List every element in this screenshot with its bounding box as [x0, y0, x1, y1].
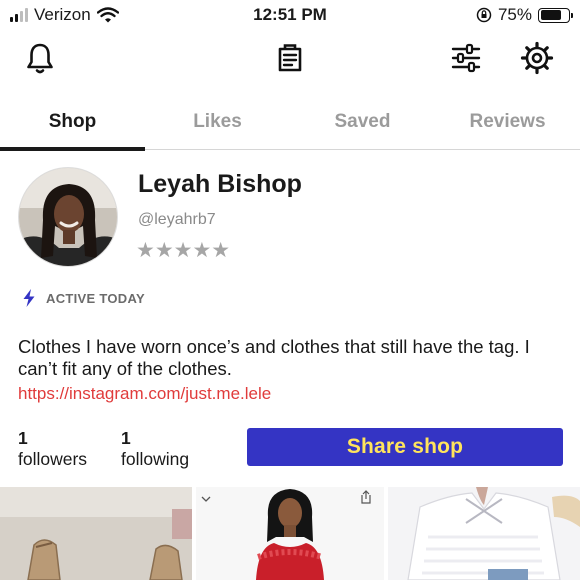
profile-tabs: Shop Likes Saved Reviews: [0, 100, 580, 151]
followers-stat[interactable]: 1 followers: [18, 428, 87, 470]
avatar[interactable]: [18, 167, 118, 267]
gear-icon[interactable]: [519, 40, 555, 76]
battery-icon: [538, 7, 573, 23]
share-shop-button[interactable]: Share shop: [247, 428, 563, 466]
following-label: following: [121, 449, 190, 469]
tab-reviews[interactable]: Reviews: [435, 100, 580, 149]
active-status: ACTIVE TODAY: [22, 289, 145, 307]
profile-handle: @leyahrb7: [138, 211, 216, 228]
instagram-link[interactable]: https://instagram.com/just.me.lele: [18, 384, 271, 404]
profile-name: Leyah Bishop: [138, 170, 302, 198]
tab-saved[interactable]: Saved: [290, 100, 435, 149]
followers-label: followers: [18, 449, 88, 469]
orientation-lock-icon: [476, 7, 492, 23]
rating-stars: ★★★★★: [136, 239, 231, 262]
listing-thumbnail[interactable]: [0, 487, 192, 580]
listing-thumbnail[interactable]: [196, 487, 384, 580]
followers-count: 1: [18, 428, 28, 448]
sliders-icon[interactable]: [448, 40, 484, 76]
status-right: 75%: [476, 5, 573, 25]
active-label: ACTIVE TODAY: [46, 290, 145, 306]
status-bar: Verizon 12:51 PM 75%: [0, 0, 580, 30]
clipboard-list-icon[interactable]: [272, 40, 308, 76]
tab-shop[interactable]: Shop: [0, 100, 145, 151]
following-stat[interactable]: 1 following: [121, 428, 189, 470]
listing-grid: [0, 487, 580, 580]
battery-percent: 75%: [497, 5, 532, 24]
bell-icon[interactable]: [22, 40, 58, 76]
lightning-icon: [23, 289, 35, 307]
profile-bio: Clothes I have worn once’s and clothes t…: [18, 336, 530, 379]
following-count: 1: [121, 428, 131, 448]
tab-likes[interactable]: Likes: [145, 100, 290, 149]
listing-thumbnail[interactable]: [388, 487, 580, 580]
